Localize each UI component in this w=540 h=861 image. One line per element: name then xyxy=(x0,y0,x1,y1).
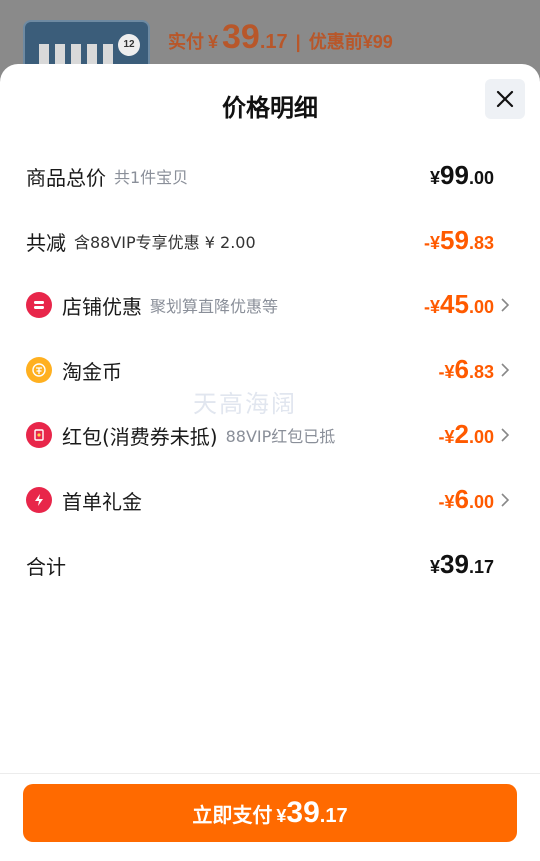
pay-currency: ¥ xyxy=(276,806,287,826)
price-separator: | xyxy=(295,32,301,52)
amount-int: 6 xyxy=(454,484,469,514)
amount-dec: .00 xyxy=(468,297,494,317)
amount-currency: ¥ xyxy=(444,492,455,512)
row-sum: 合计 ¥ 39 .17 xyxy=(0,545,540,585)
pay-dec: .17 xyxy=(319,805,348,827)
pay-label: 立即支付 xyxy=(192,803,273,827)
sheet-title: 价格明细 xyxy=(222,94,318,122)
watermark: 天高海阔 xyxy=(193,390,297,418)
row-sub: 聚划算直降优惠等 xyxy=(150,297,279,316)
amount-int: 59 xyxy=(440,225,469,255)
amount-dec: .00 xyxy=(468,427,494,447)
row-label: 红包(消费券未抵) xyxy=(62,424,218,449)
chevron-right-icon xyxy=(501,428,510,442)
amount-currency: ¥ xyxy=(430,168,441,188)
row-amount: - ¥ 6 .83 xyxy=(438,350,494,390)
before-price: ¥99 xyxy=(362,32,393,52)
close-button[interactable] xyxy=(485,79,525,119)
amount-dec: .83 xyxy=(468,362,494,382)
paid-currency: ¥ xyxy=(208,32,219,52)
paid-label: 实付 xyxy=(168,32,204,52)
amount-currency: ¥ xyxy=(430,233,441,253)
chevron-right-icon xyxy=(501,493,510,507)
amount-dec: .00 xyxy=(468,492,494,512)
paid-int: 39 xyxy=(222,18,260,56)
pay-now-button[interactable]: 立即支付 ¥ 39 .17 xyxy=(23,784,517,842)
row-amount: ¥ 39 .17 xyxy=(430,545,494,585)
row-amount: - ¥ 45 .00 xyxy=(424,285,494,325)
amount-int: 2 xyxy=(454,419,469,449)
amount-currency: ¥ xyxy=(444,427,455,447)
amount-dec: .00 xyxy=(468,168,494,188)
amount-currency: ¥ xyxy=(444,362,455,382)
price-detail-sheet: 价格明细 商品总价 共1件宝贝 ¥ 99 .00 共减 含88VIP专享优惠 ¥… xyxy=(0,64,540,861)
row-label: 淘金币 xyxy=(62,359,122,384)
row-store-discount[interactable]: 店铺优惠 聚划算直降优惠等 - ¥ 45 .00 xyxy=(0,285,540,325)
red-packet-icon xyxy=(26,422,52,448)
row-amount: - ¥ 2 .00 xyxy=(438,415,494,455)
chevron-right-icon xyxy=(501,298,510,312)
row-label: 合计 xyxy=(26,554,66,579)
before-label: 优惠前 xyxy=(308,32,363,52)
amount-int: 6 xyxy=(454,354,469,384)
pay-int: 39 xyxy=(286,796,320,829)
row-total-reduction: 共减 含88VIP专享优惠 ¥ 2.00 - ¥ 59 .83 xyxy=(0,221,540,261)
row-amount: - ¥ 6 .00 xyxy=(438,480,494,520)
amount-int: 99 xyxy=(440,160,469,190)
row-label: 共减 xyxy=(26,230,66,255)
amount-dec: .83 xyxy=(468,233,494,253)
row-amount: ¥ 99 .00 xyxy=(430,156,494,196)
background-price: 实付 ¥ 39 .17 | 优惠前 ¥99 xyxy=(168,18,393,62)
amount-currency: ¥ xyxy=(430,297,441,317)
amount-currency: ¥ xyxy=(430,557,441,577)
row-goods-total: 商品总价 共1件宝贝 ¥ 99 .00 xyxy=(0,156,540,196)
row-red-packet[interactable]: 红包(消费券未抵) 88VIP红包已抵 - ¥ 2 .00 xyxy=(0,415,540,455)
amount-dec: .17 xyxy=(468,557,494,577)
store-icon xyxy=(26,292,52,318)
row-first-order-bonus[interactable]: 首单礼金 - ¥ 6 .00 xyxy=(0,480,540,520)
row-sub: 共1件宝贝 xyxy=(114,168,189,187)
row-label: 店铺优惠 xyxy=(62,294,142,319)
footer-divider xyxy=(0,773,540,774)
thumb-badge: 12 xyxy=(118,34,140,56)
amount-int: 39 xyxy=(440,549,469,579)
row-label: 商品总价 xyxy=(26,165,106,190)
coin-icon xyxy=(26,357,52,383)
row-sub: 含88VIP专享优惠 ¥ 2.00 xyxy=(74,233,256,252)
close-icon xyxy=(496,90,514,108)
row-label: 首单礼金 xyxy=(62,489,142,514)
amount-int: 45 xyxy=(440,289,469,319)
row-sub: 88VIP红包已抵 xyxy=(225,427,336,446)
chevron-right-icon xyxy=(501,363,510,377)
row-amount: - ¥ 59 .83 xyxy=(424,221,494,261)
paid-dec: .17 xyxy=(259,31,288,53)
lightning-icon xyxy=(26,487,52,513)
